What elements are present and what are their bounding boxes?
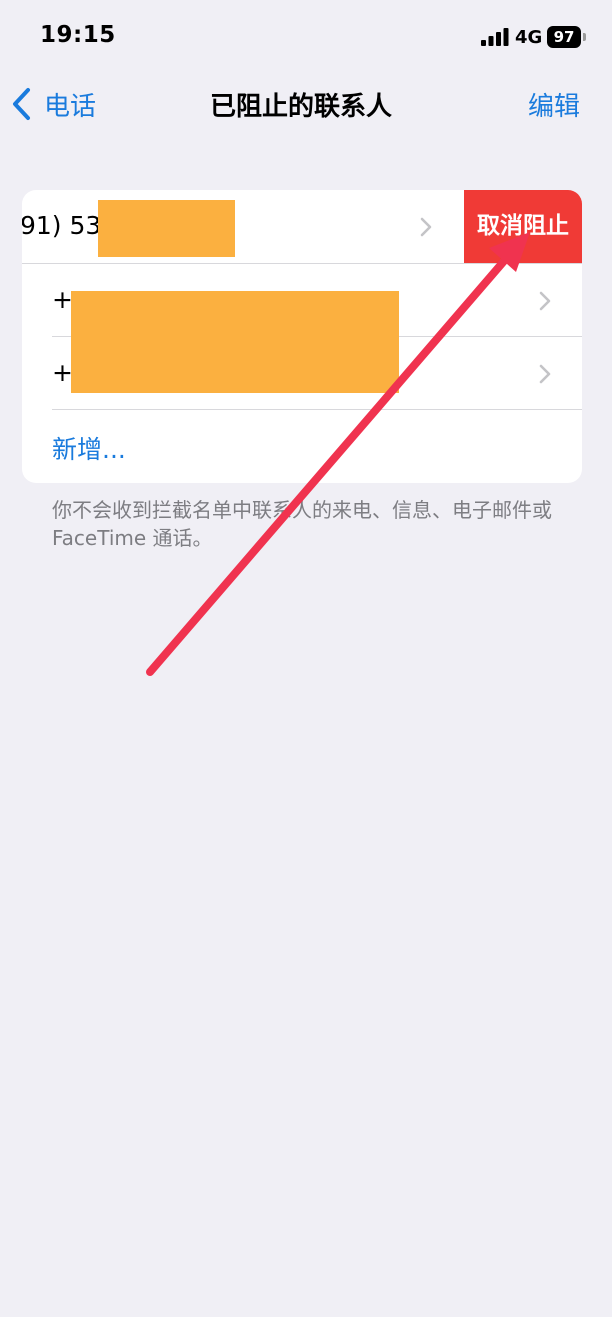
phone-number: + bbox=[52, 285, 73, 314]
redaction-block bbox=[71, 291, 399, 393]
list-item[interactable]: 91) 53 取消阻止 bbox=[22, 190, 582, 263]
signal-icon bbox=[481, 28, 509, 46]
chevron-right-icon bbox=[420, 217, 432, 237]
add-new-button[interactable]: 新增... bbox=[52, 430, 126, 466]
unblock-button[interactable]: 取消阻止 bbox=[464, 190, 582, 263]
battery-tip bbox=[583, 33, 586, 41]
back-label: 电话 bbox=[44, 91, 97, 122]
network-type: 4G bbox=[515, 27, 543, 48]
chevron-right-icon bbox=[539, 291, 551, 311]
battery-icon: 97 bbox=[547, 26, 581, 48]
phone-number: + bbox=[52, 358, 73, 387]
edit-button[interactable]: 编辑 bbox=[528, 86, 580, 123]
chevron-left-icon bbox=[13, 88, 30, 120]
status-time: 19:15 bbox=[40, 22, 116, 48]
battery-level: 97 bbox=[553, 28, 575, 46]
chevron-right-icon bbox=[539, 364, 551, 384]
footer-note: 你不会收到拦截名单中联系人的来电、信息、电子邮件或 FaceTime 通话。 bbox=[52, 498, 552, 550]
blocked-contacts-list: 91) 53 取消阻止 + + 新增... bbox=[22, 190, 582, 483]
status-bar: 19:15 4G 97 bbox=[0, 0, 612, 74]
back-button[interactable]: 电话 bbox=[10, 84, 96, 124]
page-title: 已阻止的联系人 bbox=[209, 92, 392, 122]
phone-number: 91) 53 bbox=[22, 211, 102, 240]
redaction-block bbox=[98, 200, 235, 257]
divider bbox=[52, 409, 582, 410]
